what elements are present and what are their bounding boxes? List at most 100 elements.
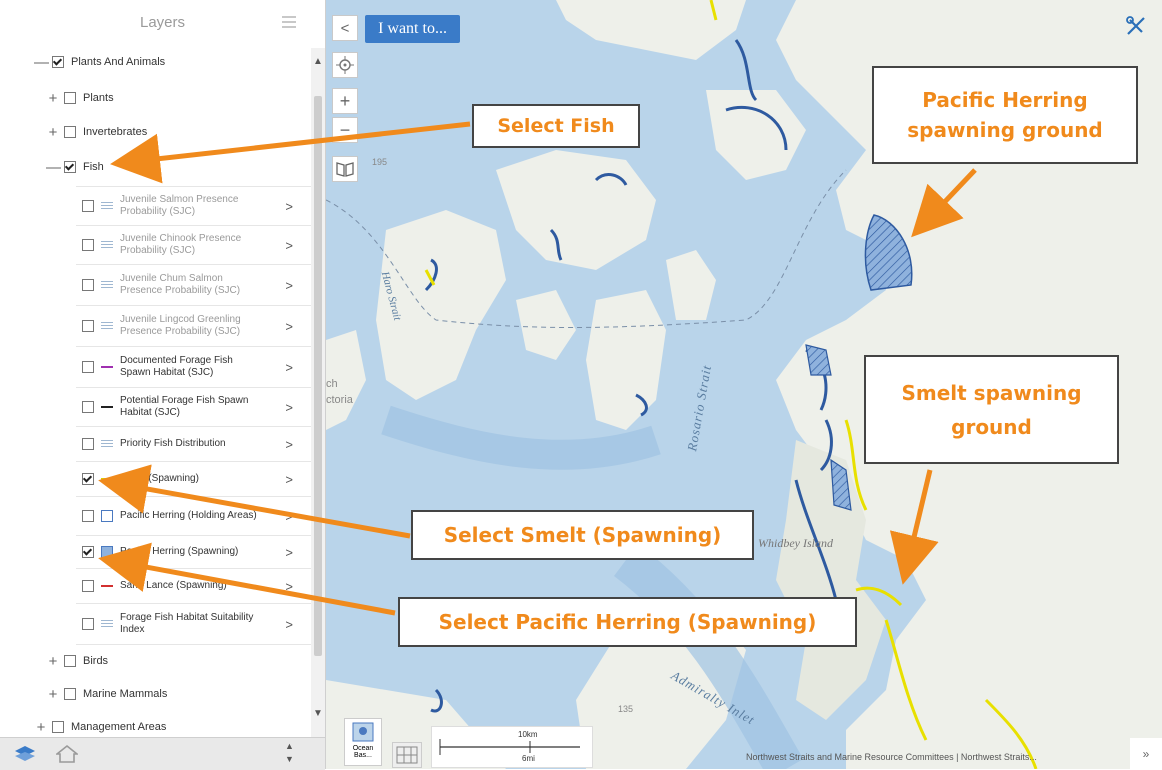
sublayer-herring-holding[interactable]: Pacific Herring (Holding Areas) > (76, 496, 311, 535)
red-line-icon (101, 580, 113, 592)
checkbox[interactable] (82, 438, 94, 450)
lines-icon (101, 618, 113, 630)
expand-attribution-button[interactable]: » (1130, 738, 1162, 769)
layer-plants-and-animals[interactable]: — Plants And Animals (34, 48, 165, 76)
yellow-line-icon (101, 473, 113, 485)
zoom-out-button[interactable]: − (332, 117, 358, 143)
sublayer-documented-forage[interactable]: Documented Forage Fish Spawn Habitat (SJ… (76, 346, 311, 387)
chevron-right-icon[interactable]: > (285, 238, 293, 253)
zoom-in-button[interactable]: + (332, 88, 358, 114)
chevron-right-icon[interactable]: > (285, 472, 293, 487)
sublayer-juvenile-lingcod[interactable]: Juvenile Lingcod Greenling Presence Prob… (76, 305, 311, 346)
grid-icon (396, 746, 418, 764)
chevron-right-icon[interactable]: > (285, 199, 293, 214)
layer-label: Management Areas (71, 721, 167, 733)
sublayer-label: Potential Forage Fish Spawn Habitat (SJC… (120, 395, 249, 418)
map-pin-icon (352, 722, 374, 742)
checkbox[interactable] (82, 320, 94, 332)
tools-icon[interactable] (1124, 14, 1152, 42)
sublayer-label: Juvenile Lingcod Greenling Presence Prob… (120, 314, 241, 337)
layer-label: Plants (83, 92, 114, 104)
expand-icon[interactable]: + (46, 653, 60, 670)
expand-icon[interactable]: + (34, 719, 48, 736)
expand-icon[interactable]: + (46, 90, 60, 107)
chevron-right-icon[interactable]: > (285, 509, 293, 524)
checkbox[interactable] (82, 401, 94, 413)
checkbox[interactable] (82, 239, 94, 251)
checkbox[interactable] (82, 361, 94, 373)
locate-button[interactable] (332, 52, 358, 78)
checkbox[interactable] (64, 655, 76, 667)
checkbox[interactable] (64, 126, 76, 138)
lines-icon (101, 279, 113, 291)
scroll-down-icon[interactable]: ▼ (311, 708, 325, 719)
purple-line-icon (101, 361, 113, 373)
grid-button[interactable] (392, 742, 422, 768)
checkbox[interactable] (52, 721, 64, 733)
layer-label: Invertebrates (83, 126, 148, 138)
checkbox[interactable] (64, 92, 76, 104)
collapse-icon[interactable]: — (46, 159, 61, 176)
sublayer-potential-forage[interactable]: Potential Forage Fish Spawn Habitat (SJC… (76, 387, 311, 426)
sublayer-smelt-spawning[interactable]: Smelt (Spawning) > (76, 461, 311, 496)
checkbox[interactable] (64, 161, 76, 173)
checkbox[interactable] (82, 200, 94, 212)
sublayer-label: Juvenile Chinook Presence Probability (S… (120, 233, 242, 256)
checkbox[interactable] (52, 56, 64, 68)
callout-select-herring: Select Pacific Herring (Spawning) (398, 597, 857, 647)
lines-icon (101, 239, 113, 251)
home-icon[interactable] (56, 744, 78, 764)
label-ctoria: ctoria (326, 394, 353, 406)
basemap-label: Ocean Bas... (352, 745, 374, 759)
sublayer-sand-lance[interactable]: Sand Lance (Spawning) > (76, 568, 311, 603)
i-want-to-button[interactable]: I want to... (365, 15, 460, 43)
sublayer-juvenile-chinook[interactable]: Juvenile Chinook Presence Probability (S… (76, 225, 311, 264)
checkbox[interactable] (82, 618, 94, 630)
panel-scrollbar[interactable]: ▲ ▼ (311, 48, 325, 738)
sublayer-label: Documented Forage Fish Spawn Habitat (SJ… (120, 355, 233, 378)
checkbox[interactable] (82, 279, 94, 291)
sublayer-label: Pacific Herring (Spawning) (120, 546, 239, 557)
chevron-right-icon[interactable]: > (285, 545, 293, 560)
basemap-button[interactable]: Ocean Bas... (344, 718, 382, 766)
sublayer-herring-spawning[interactable]: Pacific Herring (Spawning) > (76, 535, 311, 568)
checkbox[interactable] (82, 546, 94, 558)
outline-box-icon (101, 510, 113, 522)
layer-invertebrates[interactable]: + Invertebrates (46, 118, 148, 146)
chevron-right-icon[interactable]: > (285, 579, 293, 594)
list-view-icon[interactable] (282, 16, 296, 28)
callout-herring-spawning-ground: Pacific Herring spawning ground (872, 66, 1138, 164)
chevron-right-icon[interactable]: > (285, 360, 293, 375)
layer-marine-mammals[interactable]: + Marine Mammals (46, 680, 168, 708)
lines-icon (101, 200, 113, 212)
layer-fish[interactable]: — Fish (46, 153, 104, 181)
expand-icon[interactable]: + (46, 124, 60, 141)
scroll-thumb[interactable] (314, 96, 322, 656)
bookmarks-button[interactable] (332, 156, 358, 182)
layer-birds[interactable]: + Birds (46, 647, 108, 675)
footer-scroll-up-icon[interactable]: ▲ (285, 741, 294, 751)
label-195: 195 (372, 157, 388, 167)
collapse-icon[interactable]: — (34, 54, 49, 71)
chevron-right-icon[interactable]: > (285, 437, 293, 452)
layers-icon[interactable] (14, 744, 36, 764)
chevron-right-icon[interactable]: > (285, 617, 293, 632)
checkbox[interactable] (82, 510, 94, 522)
sublayer-juvenile-salmon[interactable]: Juvenile Salmon Presence Probability (SJ… (76, 186, 311, 225)
chevron-right-icon[interactable]: > (285, 278, 293, 293)
checkbox[interactable] (82, 580, 94, 592)
footer-scroll-down-icon[interactable]: ▼ (285, 754, 294, 764)
sublayer-priority-fish[interactable]: Priority Fish Distribution > (76, 426, 311, 461)
checkbox[interactable] (64, 688, 76, 700)
scroll-up-icon[interactable]: ▲ (311, 56, 325, 67)
sublayer-juvenile-chum[interactable]: Juvenile Chum Salmon Presence Probabilit… (76, 264, 311, 305)
chevron-right-icon[interactable]: > (285, 319, 293, 334)
checkbox[interactable] (82, 473, 94, 485)
layer-plants[interactable]: + Plants (46, 84, 114, 112)
expand-icon[interactable]: + (46, 686, 60, 703)
layer-label: Birds (83, 655, 109, 667)
chevron-right-icon[interactable]: > (285, 400, 293, 415)
black-line-icon (101, 401, 113, 413)
sublayer-forage-suitability[interactable]: Forage Fish Habitat Suitability Index > (76, 603, 311, 645)
collapse-panel-button[interactable]: < (332, 15, 358, 41)
